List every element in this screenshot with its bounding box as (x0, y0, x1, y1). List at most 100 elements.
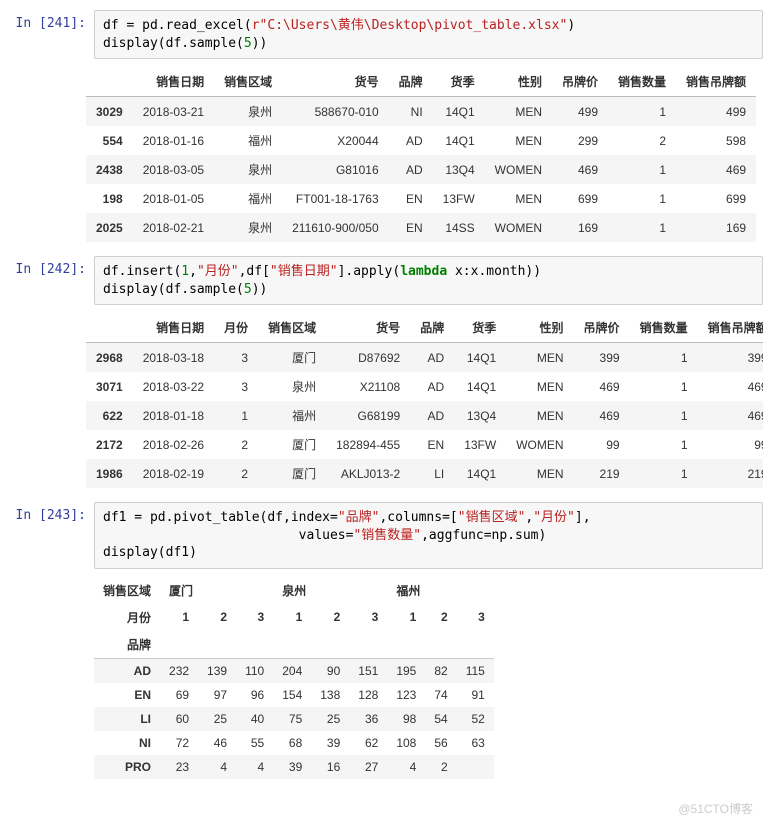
month-header: 1 (273, 604, 311, 631)
cell: 2 (214, 430, 258, 459)
col-header: 销售日期 (133, 67, 214, 97)
cell: 499 (552, 97, 608, 127)
code-cell-242: In [242]: df.insert(1,"月份",df["销售日期"].ap… (0, 256, 763, 305)
pivot-cell: 110 (236, 658, 273, 683)
cell: 699 (552, 184, 608, 213)
cell: EN (410, 430, 454, 459)
cell: 14Q1 (454, 372, 506, 401)
cell: 泉州 (214, 213, 282, 242)
pivot-cell: 82 (425, 658, 456, 683)
table-row: 5542018-01-16福州X20044AD14Q1MEN2992598 (86, 126, 756, 155)
pivot-cell: 90 (311, 658, 349, 683)
cell: 99 (574, 430, 630, 459)
pivot-cell: 68 (273, 731, 311, 755)
cell: MEN (485, 184, 552, 213)
cell: 14SS (433, 213, 485, 242)
string-literal: "月份" (533, 510, 575, 525)
code-input[interactable]: df1 = pd.pivot_table(df,index="品牌",colum… (94, 502, 763, 569)
pivot-cell: 151 (349, 658, 387, 683)
cell: 泉州 (214, 155, 282, 184)
cell: AD (410, 372, 454, 401)
pivot-cell: 98 (387, 707, 425, 731)
cell: 1 (630, 430, 698, 459)
code-text: , (189, 264, 197, 279)
pivot-cell: 23 (160, 755, 198, 779)
table-row: 21722018-02-262厦门182894-455EN13FWWOMEN99… (86, 430, 763, 459)
cell: 469 (676, 155, 756, 184)
cell: MEN (506, 343, 573, 373)
code-text: ,aggfunc=np.sum) (421, 528, 546, 543)
col-header: 吊牌价 (574, 313, 630, 343)
string-literal: r"C:\Users\黄伟\Desktop\pivot_table.xlsx" (252, 18, 568, 33)
cell: 泉州 (258, 372, 326, 401)
cell: FT001-18-1763 (282, 184, 389, 213)
region-header: 厦门 (160, 577, 273, 604)
keyword: lambda (400, 264, 447, 279)
cell: AD (389, 126, 433, 155)
cell: 299 (552, 126, 608, 155)
code-text: )) (252, 282, 268, 297)
code-text: df = pd.read_excel( (103, 18, 252, 33)
cell: 219 (698, 459, 763, 488)
dataframe-table-2: 销售日期 月份 销售区域 货号 品牌 货季 性别 吊牌价 销售数量 销售吊牌额 … (86, 313, 763, 488)
cell: X21108 (326, 372, 410, 401)
cell: 469 (574, 372, 630, 401)
code-input[interactable]: df = pd.read_excel(r"C:\Users\黄伟\Desktop… (94, 10, 763, 59)
pivot-cell: 39 (311, 731, 349, 755)
code-cell-243: In [243]: df1 = pd.pivot_table(df,index=… (0, 502, 763, 569)
cell: 厦门 (258, 459, 326, 488)
cell: 499 (676, 97, 756, 127)
cell: 1 (608, 184, 676, 213)
table-header-row: 销售日期 销售区域 货号 品牌 货季 性别 吊牌价 销售数量 销售吊牌额 (86, 67, 756, 97)
pivot-cell: 4 (198, 755, 236, 779)
pivot-row: EN6997961541381281237491 (94, 683, 494, 707)
col-header: 销售吊牌额 (676, 67, 756, 97)
code-cell-241: In [241]: df = pd.read_excel(r"C:\Users\… (0, 10, 763, 59)
pivot-table: 销售区域 厦门 泉州 福州 月份 1 2 3 1 2 3 1 2 3 (94, 577, 494, 779)
cell: 219 (574, 459, 630, 488)
row-index: 2438 (86, 155, 133, 184)
cell: 598 (676, 126, 756, 155)
cell: 2018-01-16 (133, 126, 214, 155)
pivot-cell: 232 (160, 658, 198, 683)
cell: 2018-02-19 (133, 459, 214, 488)
string-literal: "销售区域" (458, 510, 526, 525)
code-text: display(df.sample( (103, 282, 244, 297)
pivot-brand: NI (94, 731, 160, 755)
col-header: 性别 (506, 313, 573, 343)
pivot-cell: 123 (387, 683, 425, 707)
month-header: 2 (198, 604, 236, 631)
code-input[interactable]: df.insert(1,"月份",df["销售日期"].apply(lambda… (94, 256, 763, 305)
cell: 福州 (214, 184, 282, 213)
col-header: 销售数量 (608, 67, 676, 97)
row-index: 3071 (86, 372, 133, 401)
watermark-text: @51CTO博客 (678, 800, 753, 817)
cell: 211610-900/050 (282, 213, 389, 242)
col-header: 货号 (282, 67, 389, 97)
cell: 福州 (258, 401, 326, 430)
pivot-cell: 138 (311, 683, 349, 707)
col-header: 货季 (433, 67, 485, 97)
pivot-cell (457, 755, 494, 779)
pivot-row: LI602540752536985452 (94, 707, 494, 731)
cell: 2018-02-21 (133, 213, 214, 242)
cell: WOMEN (485, 155, 552, 184)
col-header: 销售区域 (258, 313, 326, 343)
cell: 13FW (433, 184, 485, 213)
cell: 1 (630, 401, 698, 430)
cell: 2018-03-22 (133, 372, 214, 401)
pivot-cell: 54 (425, 707, 456, 731)
cell: 14Q1 (454, 459, 506, 488)
pivot-cell: 25 (198, 707, 236, 731)
cell: G81016 (282, 155, 389, 184)
cell: 1 (214, 401, 258, 430)
row-index: 3029 (86, 97, 133, 127)
pivot-row2-label: 月份 (94, 604, 160, 631)
month-header: 3 (236, 604, 273, 631)
cell: EN (389, 184, 433, 213)
row-index: 1986 (86, 459, 133, 488)
pivot-cell: 97 (198, 683, 236, 707)
cell: X20044 (282, 126, 389, 155)
col-header: 吊牌价 (552, 67, 608, 97)
cell: 13FW (454, 430, 506, 459)
